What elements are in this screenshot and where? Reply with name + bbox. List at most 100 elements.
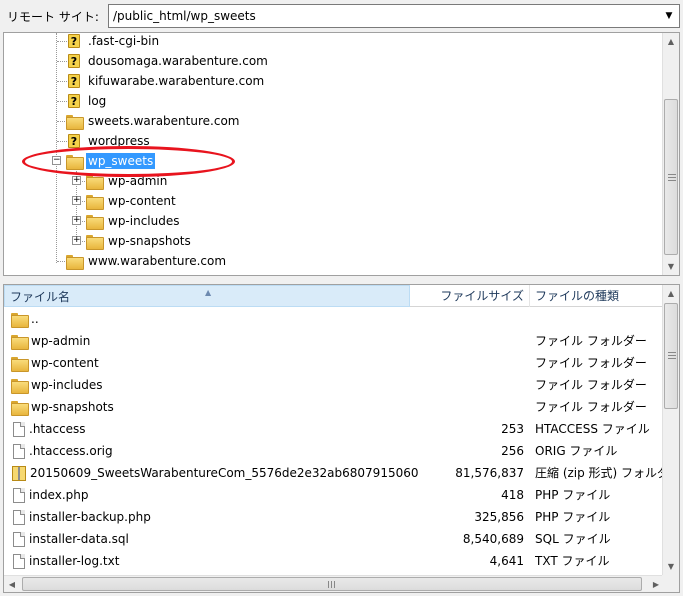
- remote-directory-tree: ? .fast-cgi-bin ? dousomaga.warabenture.…: [3, 32, 680, 276]
- tree-item-label: dousomaga.warabenture.com: [88, 54, 268, 68]
- file-type: ファイル フォルダー: [535, 356, 647, 370]
- tree-item-label: log: [88, 94, 107, 108]
- list-item[interactable]: ..: [4, 308, 664, 330]
- scroll-up-icon[interactable]: ▲: [663, 285, 679, 302]
- list-item[interactable]: wp-content ファイル フォルダー: [4, 352, 664, 374]
- file-size: 256: [501, 444, 524, 458]
- remote-site-bar: リモート サイト: /public_html/wp_sweets ▼: [0, 0, 683, 32]
- list-item[interactable]: .htaccess.orig 256 ORIG ファイル: [4, 440, 664, 462]
- tree-item-label: wordpress: [88, 134, 150, 148]
- file-name: wp-admin: [31, 334, 91, 348]
- unknown-file-icon: ?: [66, 93, 82, 109]
- file-icon: [13, 553, 25, 569]
- scrollbar-thumb[interactable]: [664, 99, 678, 255]
- scroll-down-icon[interactable]: ▼: [663, 558, 679, 575]
- file-name: ..: [31, 312, 39, 326]
- folder-icon: [11, 356, 29, 372]
- scrollbar-thumb[interactable]: [664, 303, 678, 409]
- scroll-left-icon[interactable]: ◀: [4, 576, 20, 592]
- file-type: ファイル フォルダー: [535, 400, 647, 414]
- tree-vertical-scrollbar[interactable]: ▲ ▼: [662, 33, 679, 275]
- list-item[interactable]: 20150609_SweetsWarabentureCom_5576de2e32…: [4, 462, 664, 484]
- unknown-file-icon: ?: [66, 53, 82, 69]
- folder-icon: [66, 114, 84, 130]
- list-item[interactable]: installer-data.sql 8,540,689 SQL ファイル: [4, 528, 664, 550]
- file-type: [535, 308, 664, 330]
- file-icon: [13, 443, 25, 459]
- list-item[interactable]: .htaccess 253 HTACCESS ファイル: [4, 418, 664, 440]
- scroll-down-icon[interactable]: ▼: [663, 258, 679, 275]
- tree-item[interactable]: wp-content: [86, 191, 178, 211]
- file-name: .htaccess.orig: [29, 444, 113, 458]
- list-vertical-scrollbar[interactable]: ▲ ▼: [662, 285, 679, 575]
- file-size: [419, 330, 524, 352]
- tree-item[interactable]: www.warabenture.com: [66, 251, 228, 271]
- tree-item[interactable]: ? .fast-cgi-bin: [66, 33, 161, 51]
- tree-item[interactable]: wp-includes: [86, 211, 182, 231]
- file-name: wp-includes: [31, 378, 103, 392]
- tree-item-label: wp-admin: [108, 174, 168, 188]
- folder-icon: [11, 312, 29, 328]
- scroll-up-icon[interactable]: ▲: [663, 33, 679, 50]
- scrollbar-thumb[interactable]: [22, 577, 642, 591]
- collapse-toggle[interactable]: −: [52, 156, 61, 165]
- file-name: installer-log.txt: [29, 554, 120, 568]
- expand-toggle[interactable]: +: [72, 236, 81, 245]
- file-size: 81,576,837: [455, 466, 524, 480]
- folder-icon: [86, 174, 104, 190]
- list-item[interactable]: wp-includes ファイル フォルダー: [4, 374, 664, 396]
- tree-item-label: wp_sweets: [86, 153, 156, 169]
- chevron-down-icon[interactable]: ▼: [661, 6, 677, 26]
- list-item[interactable]: installer-backup.php 325,856 PHP ファイル: [4, 506, 664, 528]
- tree-item[interactable]: ? kifuwarabe.warabenture.com: [66, 71, 266, 91]
- zip-icon: [12, 465, 26, 481]
- expand-toggle[interactable]: +: [72, 176, 81, 185]
- remote-path-input[interactable]: /public_html/wp_sweets: [113, 9, 256, 23]
- list-horizontal-scrollbar[interactable]: ◀ ▶: [4, 575, 664, 592]
- file-size: [419, 308, 524, 330]
- folder-icon: [86, 194, 104, 210]
- list-item[interactable]: installer-log.txt 4,641 TXT ファイル: [4, 550, 664, 572]
- file-size: 253: [501, 422, 524, 436]
- expand-toggle[interactable]: +: [72, 196, 81, 205]
- file-type: TXT ファイル: [535, 554, 610, 568]
- tree-item[interactable]: sweets.warabenture.com: [66, 111, 241, 131]
- file-name: wp-snapshots: [31, 400, 114, 414]
- expand-toggle[interactable]: +: [72, 216, 81, 225]
- folder-icon: [11, 400, 29, 416]
- folder-icon: [11, 378, 29, 394]
- column-header-filesize[interactable]: ファイルサイズ: [410, 285, 530, 307]
- list-item[interactable]: wp-snapshots ファイル フォルダー: [4, 396, 664, 418]
- remote-path-combobox[interactable]: /public_html/wp_sweets ▼: [108, 4, 680, 28]
- file-size: [419, 374, 524, 396]
- file-name: 20150609_SweetsWarabentureCom_5576de2e32…: [30, 466, 418, 480]
- folder-icon: [86, 234, 104, 250]
- unknown-file-icon: ?: [66, 33, 82, 49]
- file-icon: [13, 531, 25, 547]
- file-name: installer-data.sql: [29, 532, 129, 546]
- tree-item[interactable]: wp-snapshots: [86, 231, 193, 251]
- remote-file-list: ファイル名 ▲ ファイルサイズ ファイルの種類 .. wp-admin ファイル…: [3, 284, 680, 593]
- column-header-filetype[interactable]: ファイルの種類: [530, 285, 664, 307]
- file-size: 418: [501, 488, 524, 502]
- tree-item[interactable]: wp-admin: [86, 171, 169, 191]
- remote-site-label: リモート サイト:: [7, 10, 99, 24]
- file-size: 4,641: [489, 554, 524, 568]
- tree-item-label: sweets.warabenture.com: [88, 114, 240, 128]
- file-name: installer-backup.php: [29, 510, 151, 524]
- tree-item[interactable]: ? log: [66, 91, 108, 111]
- list-item[interactable]: index.php 418 PHP ファイル: [4, 484, 664, 506]
- folder-icon: [86, 214, 104, 230]
- tree-item-wp-sweets[interactable]: wp_sweets: [66, 151, 156, 171]
- file-type: ORIG ファイル: [535, 444, 618, 458]
- file-size: [419, 352, 524, 374]
- folder-icon: [66, 254, 84, 270]
- file-size: 325,856: [474, 510, 524, 524]
- file-type: PHP ファイル: [535, 488, 611, 502]
- tree-item[interactable]: ? dousomaga.warabenture.com: [66, 51, 270, 71]
- file-icon: [13, 421, 25, 437]
- tree-item[interactable]: ? wordpress: [66, 131, 152, 151]
- column-header-filename[interactable]: ファイル名 ▲: [4, 285, 410, 307]
- list-item[interactable]: wp-admin ファイル フォルダー: [4, 330, 664, 352]
- file-size: 8,540,689: [462, 532, 524, 546]
